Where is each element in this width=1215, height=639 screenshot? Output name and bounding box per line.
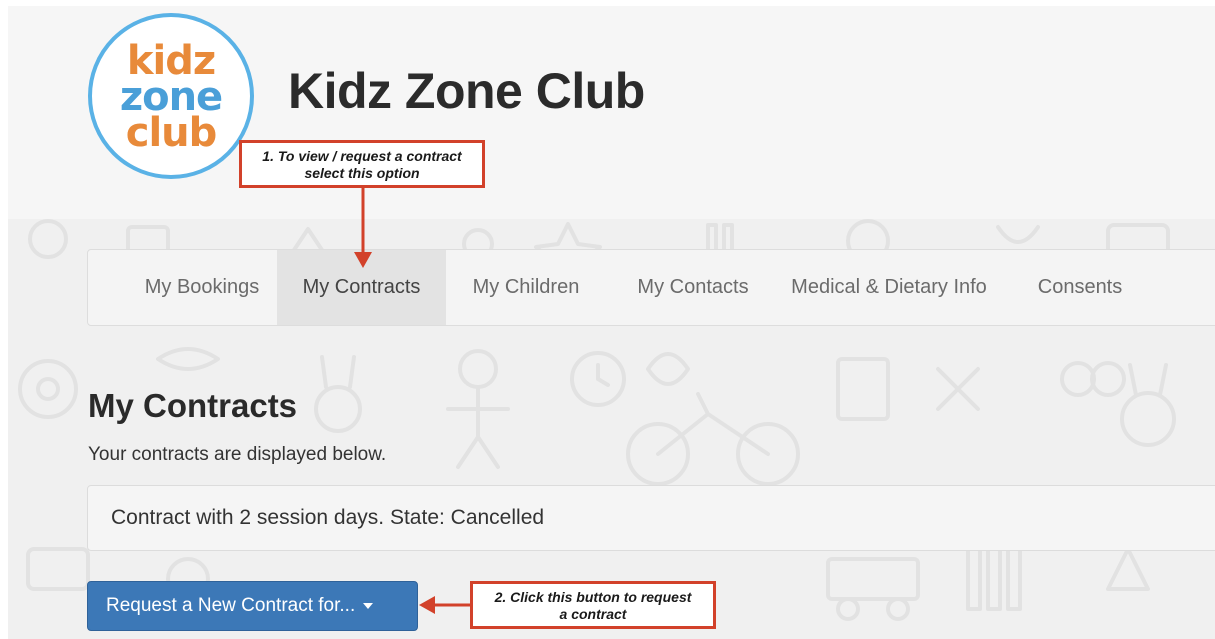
contract-list-item[interactable]: Contract with 2 session days. State: Can… (87, 485, 1215, 551)
site-header: kidz zone club Kidz Zone Club (8, 6, 1215, 219)
page: kidz zone club Kidz Zone Club My Booking… (8, 6, 1215, 639)
nav-tab-my-contacts[interactable]: My Contacts (610, 250, 776, 325)
callout-nav-line1: 1. To view / request a contract (262, 148, 462, 164)
account-navbar: My Bookings My Contracts My Children My … (87, 249, 1215, 326)
caret-down-icon (363, 602, 374, 609)
page-subtitle: Your contracts are displayed below. (88, 444, 387, 465)
callout-button-line1: 2. Click this button to request (494, 589, 692, 605)
logo-text-club: club (125, 110, 218, 156)
nav-tab-medical-dietary-info[interactable]: Medical & Dietary Info (778, 250, 1000, 325)
nav-tab-my-contracts[interactable]: My Contracts (277, 250, 446, 325)
nav-tab-my-bookings[interactable]: My Bookings (111, 250, 293, 325)
request-new-contract-button[interactable]: Request a New Contract for... (87, 581, 418, 631)
page-title: My Contracts (88, 387, 298, 424)
annotation-callout-nav: 1. To view / request a contract select t… (239, 140, 485, 188)
nav-tab-consents[interactable]: Consents (1020, 250, 1140, 325)
contract-summary: Contract with 2 session days. State: Can… (111, 506, 545, 529)
callout-nav-line2: select this option (304, 165, 420, 181)
nav-tab-my-children[interactable]: My Children (451, 250, 601, 325)
request-new-contract-label: Request a New Contract for... (106, 595, 356, 616)
callout-button-line2: a contract (559, 606, 627, 622)
club-logo[interactable]: kidz zone club (88, 13, 254, 179)
site-title: Kidz Zone Club (288, 63, 645, 119)
annotation-callout-button: 2. Click this button to request a contra… (470, 581, 716, 629)
